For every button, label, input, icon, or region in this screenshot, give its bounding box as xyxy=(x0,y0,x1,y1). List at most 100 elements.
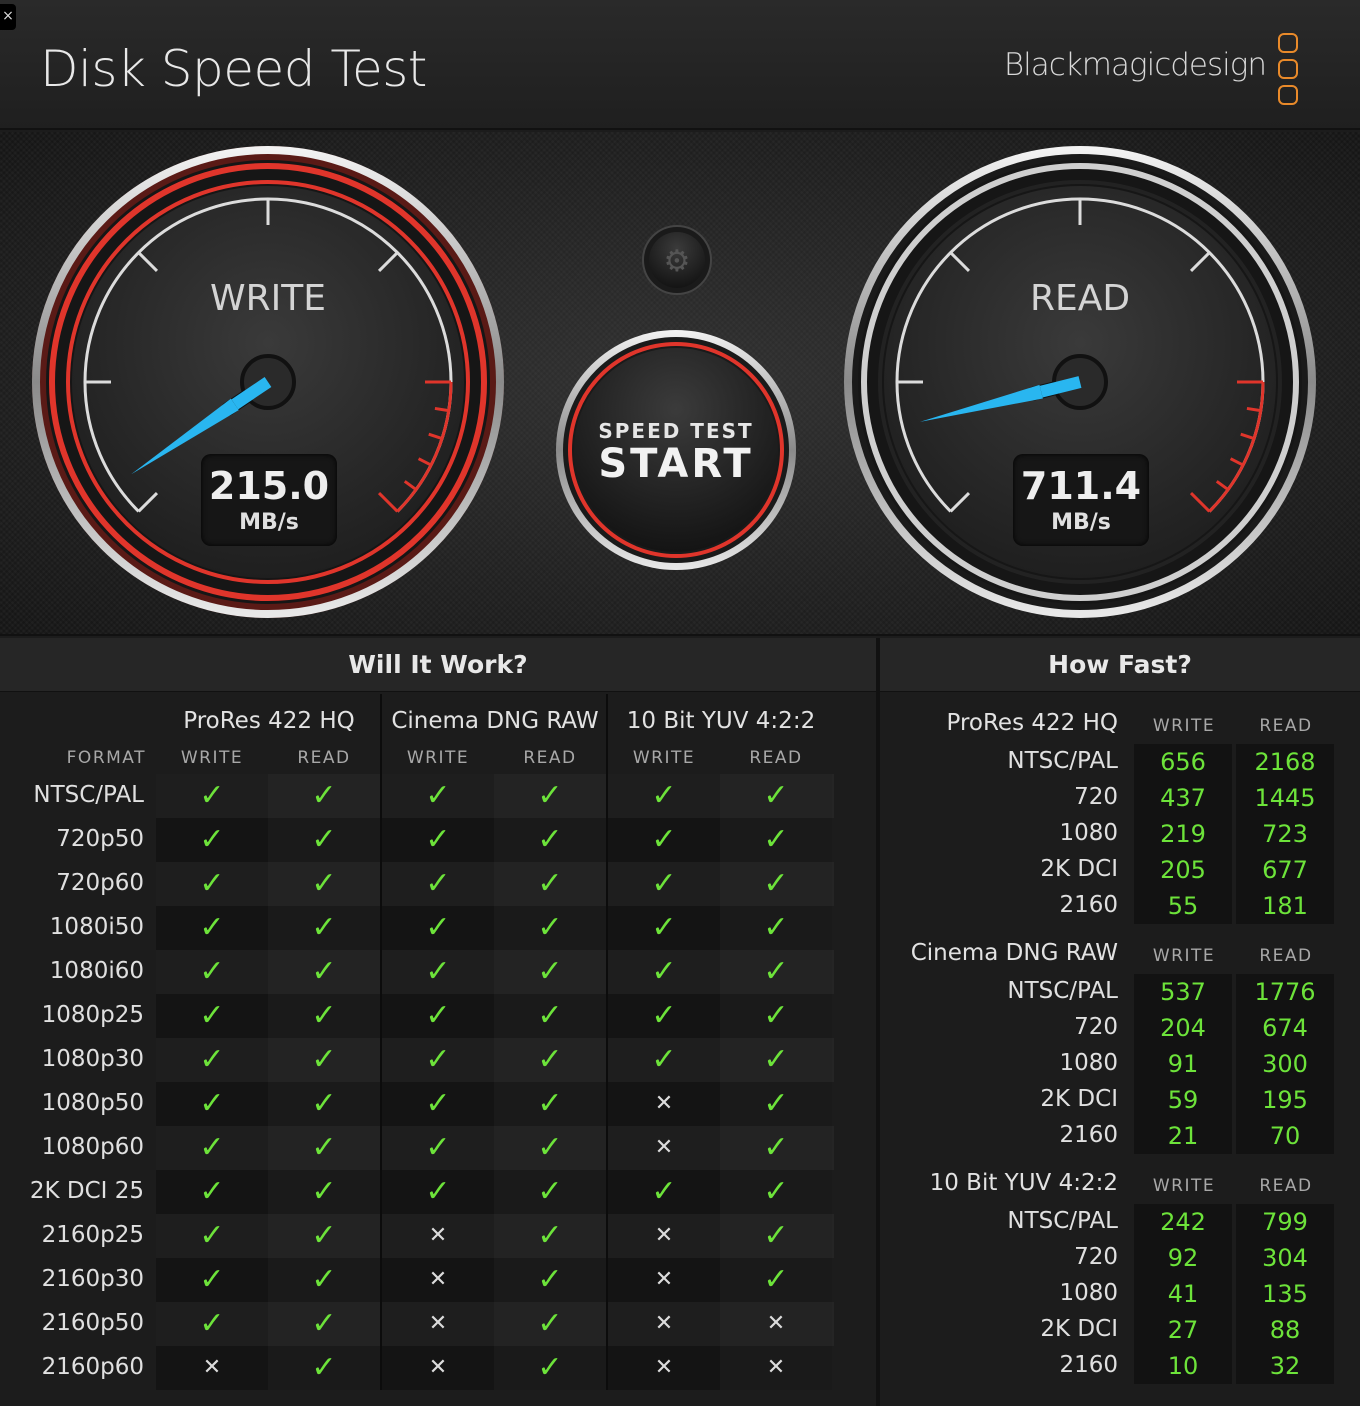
check-icon: ✓ xyxy=(651,822,677,857)
how-fast-write-value: 656 xyxy=(1160,748,1206,776)
codec-header: 10 Bit YUV 4:2:2 xyxy=(626,708,816,734)
check-icon: ✓ xyxy=(651,778,677,813)
how-fast-read-value: 88 xyxy=(1269,1316,1301,1344)
how-fast-resolution-label: 2160 xyxy=(1059,1352,1118,1378)
check-icon: ✓ xyxy=(425,1042,451,1077)
check-icon: ✓ xyxy=(311,1350,337,1385)
how-fast-write-header: WRITE xyxy=(1152,716,1216,736)
how-fast-resolution-label: 1080 xyxy=(1059,1050,1118,1076)
how-fast-resolution-label: NTSC/PAL xyxy=(1007,748,1118,774)
check-icon: ✓ xyxy=(537,1130,563,1165)
check-icon: ✓ xyxy=(311,1262,337,1297)
format-label: 720p60 xyxy=(56,870,144,896)
format-label: 1080i60 xyxy=(49,958,144,984)
cross-icon: ✕ xyxy=(766,1311,786,1336)
title-bar: × Disk Speed Test Blackmagicdesign xyxy=(0,0,1360,130)
how-fast-read-value: 304 xyxy=(1262,1244,1308,1272)
check-icon: ✓ xyxy=(199,1174,225,1209)
check-icon: ✓ xyxy=(651,1042,677,1077)
cross-icon: ✕ xyxy=(654,1135,674,1160)
format-label: 2160p30 xyxy=(41,1266,144,1292)
will-it-work-panel: Will It Work? ProRes 422 HQ WRITE READ Cine… xyxy=(0,638,876,1406)
check-icon: ✓ xyxy=(537,954,563,989)
check-icon: ✓ xyxy=(311,954,337,989)
check-icon: ✓ xyxy=(537,1042,563,1077)
how-fast-read-value: 1776 xyxy=(1254,978,1316,1006)
check-icon: ✓ xyxy=(763,998,789,1033)
check-icon: ✓ xyxy=(425,954,451,989)
check-icon: ✓ xyxy=(537,1174,563,1209)
check-icon: ✓ xyxy=(199,822,225,857)
settings-button[interactable] xyxy=(644,227,710,293)
how-fast-write-value: 10 xyxy=(1167,1352,1199,1380)
how-fast-panel: How Fast? ProRes 422 HQ WRITE READ NTSC/PAL… xyxy=(880,638,1360,1406)
write-speed-unit: MB/s xyxy=(239,510,299,535)
how-fast-read-value: 799 xyxy=(1262,1208,1308,1236)
how-fast-resolution-label: 2K DCI xyxy=(1040,856,1118,882)
format-label: 2160p50 xyxy=(41,1310,144,1336)
format-label: 1080p25 xyxy=(41,1002,144,1028)
check-icon: ✓ xyxy=(537,910,563,945)
how-fast-write-value: 204 xyxy=(1160,1014,1206,1042)
check-icon: ✓ xyxy=(311,1086,337,1121)
check-icon: ✓ xyxy=(763,1218,789,1253)
how-fast-write-header: WRITE xyxy=(1152,946,1216,966)
app-title: Disk Speed Test xyxy=(40,40,427,98)
cross-icon: ✕ xyxy=(202,1355,222,1380)
check-icon: ✓ xyxy=(651,954,677,989)
how-fast-read-value: 300 xyxy=(1262,1050,1308,1078)
write-column-header: WRITE xyxy=(632,748,696,768)
format-label: 1080p60 xyxy=(41,1134,144,1160)
how-fast-read-value: 1445 xyxy=(1254,784,1316,812)
cross-icon: ✕ xyxy=(654,1311,674,1336)
speed-test-start-button[interactable]: SPEED TEST START xyxy=(556,330,796,570)
check-icon: ✓ xyxy=(199,1218,225,1253)
how-fast-write-value: 437 xyxy=(1160,784,1206,812)
check-icon: ✓ xyxy=(199,1306,225,1341)
check-icon: ✓ xyxy=(425,910,451,945)
check-icon: ✓ xyxy=(651,998,677,1033)
check-icon: ✓ xyxy=(425,1174,451,1209)
check-icon: ✓ xyxy=(199,1130,225,1165)
gauge-area: ⚙ WRITE 215.0 MB/s READ 711.4 MB/s SPEED… xyxy=(0,132,1360,636)
check-icon: ✓ xyxy=(425,1086,451,1121)
check-icon: ✓ xyxy=(537,1086,563,1121)
check-icon: ✓ xyxy=(537,1350,563,1385)
how-fast-resolution-label: NTSC/PAL xyxy=(1007,1208,1118,1234)
format-label: 1080p50 xyxy=(41,1090,144,1116)
close-button[interactable]: × xyxy=(0,4,16,30)
check-icon: ✓ xyxy=(537,1306,563,1341)
how-fast-write-value: 205 xyxy=(1160,856,1206,884)
how-fast-read-header: READ xyxy=(1259,1176,1313,1196)
check-icon: ✓ xyxy=(537,1262,563,1297)
check-icon: ✓ xyxy=(763,1262,789,1297)
read-column-header: READ xyxy=(297,748,351,768)
format-label: 2160p60 xyxy=(41,1354,144,1380)
format-label: 1080p30 xyxy=(41,1046,144,1072)
check-icon: ✓ xyxy=(763,954,789,989)
write-column-header: WRITE xyxy=(180,748,244,768)
check-icon: ✓ xyxy=(537,1218,563,1253)
read-speed-value: 711.4 xyxy=(1020,464,1142,508)
check-icon: ✓ xyxy=(199,954,225,989)
check-icon: ✓ xyxy=(311,1174,337,1209)
check-icon: ✓ xyxy=(651,866,677,901)
how-fast-write-value: 55 xyxy=(1167,892,1199,920)
how-fast-read-value: 677 xyxy=(1262,856,1308,884)
cross-icon: ✕ xyxy=(428,1355,448,1380)
check-icon: ✓ xyxy=(311,866,337,901)
how-fast-write-value: 59 xyxy=(1167,1086,1199,1114)
check-icon: ✓ xyxy=(425,1130,451,1165)
how-fast-resolution-label: 2K DCI xyxy=(1040,1316,1118,1342)
write-readout: 215.0 MB/s xyxy=(201,454,337,546)
how-fast-resolution-label: 720 xyxy=(1074,784,1118,810)
cross-icon: ✕ xyxy=(654,1355,674,1380)
cross-icon: ✕ xyxy=(428,1267,448,1292)
format-label: 2160p25 xyxy=(41,1222,144,1248)
cross-icon: ✕ xyxy=(428,1223,448,1248)
check-icon: ✓ xyxy=(311,1042,337,1077)
start-button-label: START xyxy=(598,441,754,487)
cross-icon: ✕ xyxy=(428,1311,448,1336)
check-icon: ✓ xyxy=(311,910,337,945)
check-icon: ✓ xyxy=(311,778,337,813)
